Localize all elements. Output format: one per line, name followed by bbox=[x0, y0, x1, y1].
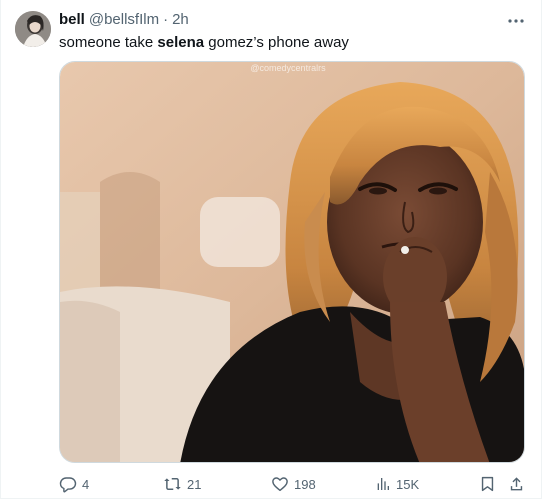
tweet-text-end: gomez’s phone away bbox=[204, 34, 349, 51]
retweet-icon bbox=[163, 475, 182, 493]
image-watermark: @comedycentralrs bbox=[250, 63, 326, 73]
views-button[interactable]: 15K bbox=[375, 474, 419, 494]
retweet-button[interactable]: 21 bbox=[163, 474, 201, 494]
reply-button[interactable]: 4 bbox=[59, 474, 89, 494]
like-count: 198 bbox=[294, 476, 316, 492]
author-name[interactable]: bell bbox=[59, 11, 85, 29]
bookmark-button[interactable] bbox=[479, 474, 496, 494]
heart-icon bbox=[271, 475, 289, 493]
tweet-text-bold[interactable]: selena bbox=[157, 34, 204, 51]
retweet-count: 21 bbox=[187, 476, 202, 492]
tweet: bell @bellsfIlm · 2h someone take selena… bbox=[0, 0, 542, 499]
share-button[interactable] bbox=[508, 474, 525, 494]
avatar[interactable] bbox=[15, 11, 51, 47]
tweet-header: bell @bellsfIlm · 2h bbox=[59, 11, 189, 29]
separator-dot: · bbox=[163, 11, 169, 28]
author-handle[interactable]: @bellsfIlm bbox=[89, 11, 159, 29]
timestamp[interactable]: 2h bbox=[172, 11, 189, 29]
views-count: 15K bbox=[396, 476, 420, 492]
bookmark-icon bbox=[479, 475, 496, 493]
action-bar: 4 21 198 15K bbox=[59, 474, 529, 494]
reply-icon bbox=[59, 475, 77, 493]
like-button[interactable]: 198 bbox=[271, 474, 316, 494]
views-icon bbox=[375, 476, 391, 492]
tweet-image[interactable]: @comedycentralrs bbox=[59, 61, 525, 463]
share-icon bbox=[508, 475, 525, 493]
tweet-text: someone take selena gomez’s phone away bbox=[59, 33, 349, 53]
reply-count: 4 bbox=[82, 476, 90, 492]
more-dots-icon[interactable] bbox=[505, 10, 527, 32]
tweet-text-start: someone take bbox=[59, 34, 158, 51]
